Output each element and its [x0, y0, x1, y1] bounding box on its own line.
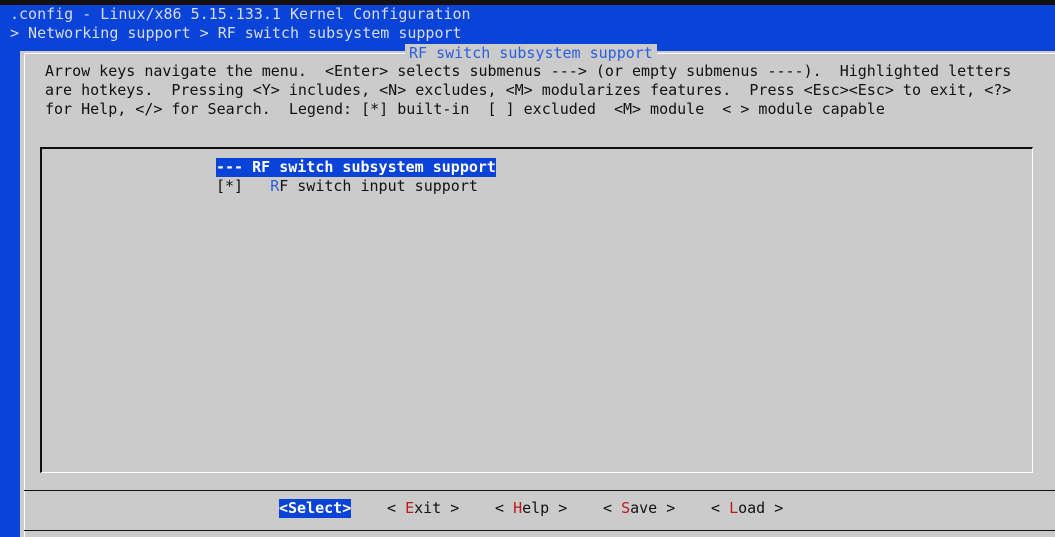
- breadcrumb: > Networking support > RF switch subsyst…: [10, 24, 462, 42]
- button-bar: <Select> < Exit > < Help > < Save > < Lo…: [20, 499, 1055, 519]
- menuconfig-dialog: RF switch subsystem support Arrow keys n…: [20, 44, 1055, 537]
- menu-item-rf-switch-subsystem[interactable]: --- RF switch subsystem support: [216, 158, 496, 177]
- menu-item-label: --- RF switch subsystem support: [216, 158, 496, 176]
- menu-item-label: F switch input support: [279, 177, 478, 195]
- menu-item-rf-switch-input[interactable]: [*] RF switch input support: [216, 177, 478, 196]
- dialog-bottom-edge: [24, 530, 1055, 531]
- dialog-title: RF switch subsystem support: [405, 44, 657, 63]
- help-text: Arrow keys navigate the menu. <Enter> se…: [45, 62, 1011, 119]
- help-line-3: for Help, </> for Search. Legend: [*] bu…: [45, 100, 885, 118]
- menu-list[interactable]: --- RF switch subsystem support [*] RF s…: [40, 147, 1033, 473]
- config-title: .config - Linux/x86 5.15.133.1 Kernel Co…: [10, 5, 471, 23]
- button-separator: [24, 490, 1055, 491]
- menu-item-checkbox[interactable]: [*]: [216, 177, 270, 195]
- help-button[interactable]: < Help >: [495, 499, 567, 518]
- select-button[interactable]: <Select>: [279, 499, 352, 518]
- exit-button[interactable]: < Exit >: [387, 499, 459, 518]
- save-button[interactable]: < Save >: [603, 499, 675, 518]
- menu-item-hotkey: R: [270, 177, 280, 195]
- help-line-1: Arrow keys navigate the menu. <Enter> se…: [45, 62, 1012, 80]
- load-button[interactable]: < Load >: [711, 499, 783, 518]
- help-line-2: are hotkeys. Pressing <Y> includes, <N> …: [45, 81, 1012, 99]
